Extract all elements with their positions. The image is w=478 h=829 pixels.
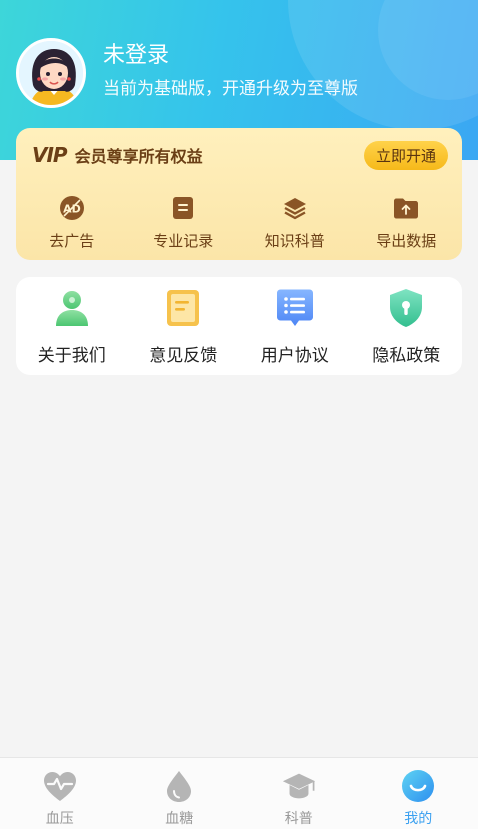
tab-label: 血糖 (165, 811, 194, 827)
feedback-doc-icon (162, 287, 204, 329)
tab-blood-pressure[interactable]: 血压 (0, 758, 120, 829)
vip-benefits: AD 去广告 专业记录 (16, 194, 462, 251)
settings-menu: 关于我们 意见反馈 用户协议 隐私政策 (16, 277, 462, 375)
tab-blood-sugar[interactable]: 血糖 (120, 758, 240, 829)
tab-label: 我的 (404, 811, 433, 827)
heart-pulse-icon (42, 768, 78, 804)
tab-label: 科普 (284, 811, 313, 827)
tab-science[interactable]: 科普 (239, 758, 359, 829)
agreement-icon (274, 287, 316, 329)
shield-icon (385, 287, 427, 329)
vip-title-row: VIP 会员尊享所有权益 (32, 142, 203, 168)
tab-label: 血压 (45, 811, 74, 827)
bottom-tab-bar: 血压 血糖 科普 我的 (0, 757, 478, 829)
menu-feedback[interactable]: 意见反馈 (128, 277, 240, 375)
menu-label: 意见反馈 (149, 346, 218, 366)
vip-logo: VIP (32, 143, 68, 167)
menu-user-agreement[interactable]: 用户协议 (239, 277, 351, 375)
menu-privacy-policy[interactable]: 隐私政策 (351, 277, 463, 375)
version-hint: 当前为基础版，开通升级为至尊版 (103, 79, 358, 99)
drop-icon (161, 768, 197, 804)
vip-benefit-pro-record[interactable]: 专业记录 (128, 194, 240, 251)
vip-benefit-knowledge[interactable]: 知识科普 (239, 194, 351, 251)
vip-title: 会员尊享所有权益 (74, 147, 203, 166)
person-icon (51, 287, 93, 329)
graduation-cap-icon (281, 768, 317, 804)
vip-benefit-remove-ads[interactable]: AD 去广告 (16, 194, 128, 251)
vip-card[interactable]: VIP 会员尊享所有权益 立即开通 AD 去广告 专业记录 (16, 128, 462, 260)
menu-about-us[interactable]: 关于我们 (16, 277, 128, 375)
export-folder-icon (392, 194, 420, 222)
smile-icon (400, 768, 436, 804)
record-icon (169, 194, 197, 222)
menu-label: 关于我们 (37, 346, 106, 366)
avatar[interactable] (16, 38, 86, 108)
vip-benefit-label: 专业记录 (153, 232, 214, 250)
vip-benefit-export[interactable]: 导出数据 (351, 194, 463, 251)
menu-label: 隐私政策 (372, 346, 441, 366)
vip-benefit-label: 知识科普 (264, 232, 325, 250)
login-status[interactable]: 未登录 (103, 41, 169, 71)
tab-mine[interactable]: 我的 (359, 758, 478, 829)
ad-icon: AD (58, 194, 86, 222)
vip-benefit-label: 去广告 (49, 232, 95, 250)
vip-benefit-label: 导出数据 (376, 232, 437, 250)
layers-icon (281, 194, 309, 222)
open-vip-button[interactable]: 立即开通 (364, 141, 448, 170)
menu-label: 用户协议 (260, 346, 329, 366)
